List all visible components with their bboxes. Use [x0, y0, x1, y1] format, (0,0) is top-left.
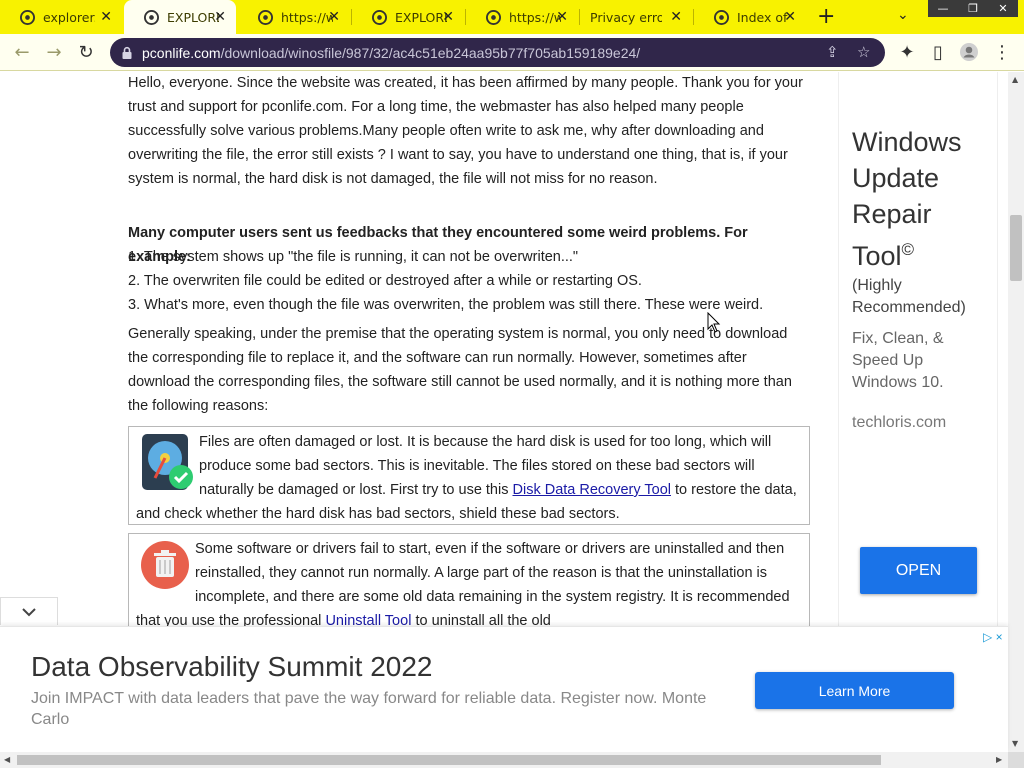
scroll-up-icon[interactable]: ▲ [1012, 75, 1018, 84]
reason-box-disk: Files are often damaged or lost. It is b… [128, 426, 810, 525]
mouse-cursor-icon [707, 312, 721, 333]
reload-icon[interactable]: ↻ [74, 40, 98, 64]
chrome-favicon [144, 9, 159, 25]
copyright-mark: © [901, 240, 915, 259]
browser-window: explorer.e ✕ EXPLORE ✕ https://w ✕ EXPLO… [0, 0, 1024, 768]
minimize-icon[interactable]: — [928, 0, 958, 17]
scroll-left-icon[interactable]: ◀ [4, 755, 10, 764]
tab-strip: explorer.e ✕ EXPLORE ✕ https://w ✕ EXPLO… [0, 0, 1024, 34]
bottom-ad: ▷ × Data Observability Summit 2022 Join … [0, 626, 1008, 752]
close-icon[interactable]: ✕ [100, 9, 112, 25]
intro-paragraph: Hello, everyone. Since the website was c… [128, 75, 803, 187]
collapse-ad-button[interactable] [0, 597, 58, 625]
trash-icon [141, 541, 189, 589]
lock-icon[interactable] [120, 46, 134, 60]
bottom-ad-headline: Data Observability Summit 2022 [31, 651, 433, 682]
tab-4[interactable]: https://w ✕ [466, 0, 578, 34]
star-icon[interactable]: ☆ [857, 43, 870, 61]
extensions-icon[interactable]: ✦ [895, 40, 919, 64]
reason-2-text-after: to uninstall all the old [411, 613, 551, 626]
tab-title: EXPLORE [395, 9, 447, 25]
back-icon[interactable]: ← [10, 40, 34, 64]
adchoices-icon[interactable]: ▷ × [983, 630, 1003, 644]
ad-domain[interactable]: techloris.com [852, 414, 946, 432]
tab-title: Index of [737, 9, 788, 25]
plus-icon[interactable]: + [817, 4, 835, 29]
horizontal-scrollbar[interactable]: ◀ ▶ [0, 752, 1008, 768]
tab-1[interactable]: EXPLORE ✕ [124, 0, 236, 34]
address-bar[interactable]: pconlife.com/download/winosfile/987/32/a… [110, 38, 885, 67]
scroll-down-icon[interactable]: ▼ [1012, 739, 1018, 748]
scroll-right-icon[interactable]: ▶ [996, 755, 1002, 764]
tab-0[interactable]: explorer.e ✕ [0, 0, 122, 34]
url-text: pconlife.com/download/winosfile/987/32/a… [142, 45, 640, 61]
uninstall-tool-link[interactable]: Uninstall Tool [325, 613, 411, 626]
side-panel-icon[interactable]: ▯ [926, 40, 950, 64]
tab-title: https://w [509, 9, 561, 25]
chevron-down-icon [22, 607, 36, 616]
url-path: /download/winosfile/987/32/ac4c51eb24aa9… [220, 44, 641, 61]
list-item: 3. What's more, even though the file was… [128, 297, 764, 313]
chrome-favicon [258, 9, 273, 25]
hard-disk-icon [142, 434, 193, 490]
close-icon[interactable]: ✕ [214, 9, 226, 25]
chevron-down-icon[interactable]: ⌄ [897, 7, 909, 23]
menu-icon[interactable]: ⋮ [990, 40, 1014, 64]
sidebar-ad: Windows Update Repair Tool© (Highly Reco… [838, 72, 998, 626]
vertical-scrollbar[interactable]: ▲ ▼ [1008, 72, 1024, 752]
list-item: 1. The system shows up "the file is runn… [128, 249, 579, 265]
disk-data-recovery-link[interactable]: Disk Data Recovery Tool [513, 482, 672, 498]
toolbar: ← → ↻ pconlife.com/download/winosfile/98… [0, 34, 1024, 71]
chrome-favicon [20, 9, 35, 25]
ad-recommended: (Highly Recommended) [852, 277, 966, 316]
premise-paragraph: Generally speaking, under the premise th… [128, 326, 792, 414]
close-icon[interactable]: ✕ [442, 9, 454, 25]
close-icon[interactable]: ✕ [784, 9, 796, 25]
tab-2[interactable]: https://w ✕ [238, 0, 350, 34]
close-icon[interactable]: ✕ [328, 9, 340, 25]
close-icon[interactable]: ✕ [988, 0, 1018, 17]
learn-more-button[interactable]: Learn More [755, 672, 954, 709]
tab-5[interactable]: Privacy error ✕ [580, 0, 692, 34]
close-icon[interactable]: ✕ [556, 9, 568, 25]
chrome-favicon [372, 9, 387, 25]
tab-title: explorer.e [43, 9, 95, 25]
forward-icon[interactable]: → [42, 40, 66, 64]
bottom-ad-text: Join IMPACT with data leaders that pave … [31, 690, 707, 728]
reason-box-uninstall: Some software or drivers fail to start, … [128, 533, 810, 626]
tab-title: EXPLORE [167, 9, 219, 25]
ad-headline: Windows Update Repair Tool© [852, 124, 992, 274]
chrome-favicon [486, 9, 501, 25]
chrome-favicon [714, 9, 729, 25]
restore-icon[interactable]: ❐ [958, 0, 988, 17]
profile-icon[interactable] [957, 40, 981, 64]
scrollbar-corner [1008, 752, 1024, 768]
url-host: pconlife.com [142, 44, 221, 61]
scroll-thumb[interactable] [17, 755, 881, 765]
tab-title: Privacy error [590, 9, 662, 25]
tab-6[interactable]: Index of ✕ [694, 0, 806, 34]
window-controls: — ❐ ✕ [928, 0, 1018, 17]
ad-description: Fix, Clean, & Speed Up Windows 10. [852, 330, 944, 391]
close-icon[interactable]: ✕ [670, 9, 682, 25]
share-icon[interactable]: ⇪ [826, 43, 839, 61]
scroll-thumb[interactable] [1010, 215, 1022, 281]
list-item: 2. The overwriten file could be edited o… [128, 273, 642, 289]
tab-title: https://w [281, 9, 333, 25]
page-content: Hello, everyone. Since the website was c… [0, 72, 1008, 626]
open-button[interactable]: OPEN [860, 547, 977, 594]
tab-3[interactable]: EXPLORE ✕ [352, 0, 464, 34]
